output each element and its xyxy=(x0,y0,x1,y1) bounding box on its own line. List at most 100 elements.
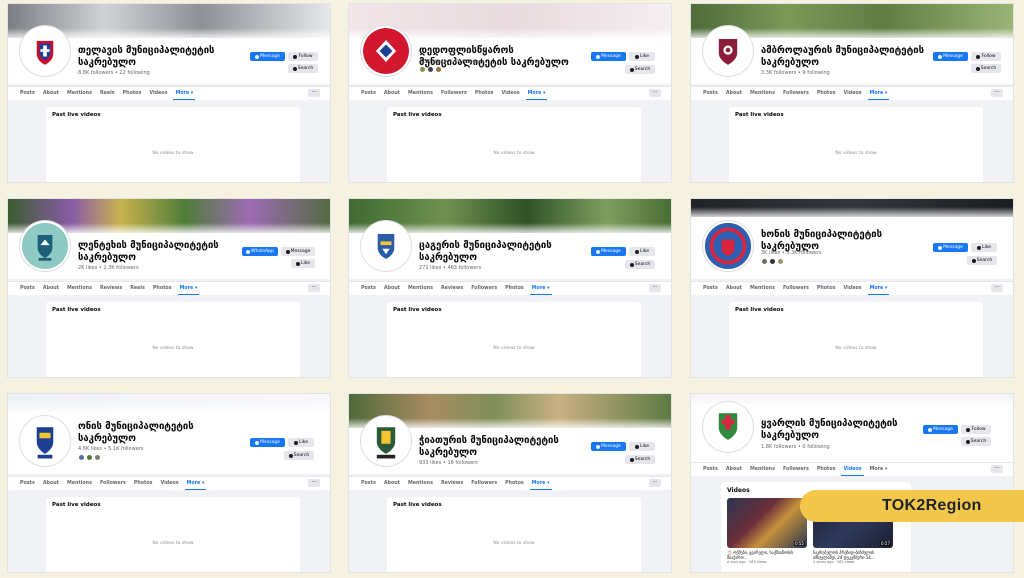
tab-about[interactable]: About xyxy=(43,91,59,96)
tab-more[interactable]: More ▾ xyxy=(529,481,552,490)
search-button[interactable]: Search xyxy=(961,437,991,446)
video-caption[interactable]: 📋 ოქმები, ყვარელი, საქმიანობის მიაქართ..… xyxy=(727,550,807,560)
tab-mentions[interactable]: Mentions xyxy=(750,91,775,96)
more-options-button[interactable]: ··· xyxy=(308,89,320,97)
tab-posts[interactable]: Posts xyxy=(703,91,718,96)
tab-posts[interactable]: Posts xyxy=(703,467,718,472)
more-options-button[interactable]: ··· xyxy=(308,284,320,292)
tab-about[interactable]: About xyxy=(43,481,59,486)
profile-avatar[interactable] xyxy=(20,221,70,271)
tab-posts[interactable]: Posts xyxy=(20,91,35,96)
profile-avatar[interactable] xyxy=(361,416,411,466)
search-button[interactable]: Search xyxy=(288,64,318,73)
whatsapp-button[interactable]: WhatsApp xyxy=(242,247,278,256)
message-button[interactable]: Message xyxy=(250,52,285,61)
more-options-button[interactable]: ··· xyxy=(649,479,661,487)
tab-about[interactable]: About xyxy=(384,286,400,291)
search-button[interactable]: Search xyxy=(971,64,1001,73)
tab-reviews[interactable]: Reviews xyxy=(441,481,463,486)
message-button[interactable]: Message xyxy=(591,247,626,256)
follow-button[interactable]: Follow xyxy=(961,425,991,434)
tab-mentions[interactable]: Mentions xyxy=(408,481,433,486)
tab-photos[interactable]: Photos xyxy=(123,91,142,96)
tab-posts[interactable]: Posts xyxy=(361,481,376,486)
tab-about[interactable]: About xyxy=(384,91,400,96)
tab-more[interactable]: More ▾ xyxy=(177,286,200,295)
message-button[interactable]: Message xyxy=(591,442,626,451)
tab-mentions[interactable]: Mentions xyxy=(67,286,92,291)
tab-videos[interactable]: Videos xyxy=(149,91,167,96)
tab-about[interactable]: About xyxy=(43,286,59,291)
like-button[interactable]: Like xyxy=(291,259,315,268)
like-button[interactable]: Like xyxy=(629,247,655,256)
more-options-button[interactable]: ··· xyxy=(308,479,320,487)
message-button[interactable]: Message xyxy=(591,52,626,61)
message-button[interactable]: Message xyxy=(933,52,968,61)
tab-reviews[interactable]: Reviews xyxy=(441,286,463,291)
tab-about[interactable]: About xyxy=(726,467,742,472)
tab-about[interactable]: About xyxy=(384,481,400,486)
search-button[interactable]: Search xyxy=(625,65,655,74)
tab-videos[interactable]: Videos xyxy=(160,481,178,486)
tab-photos[interactable]: Photos xyxy=(817,286,836,291)
video-item[interactable]: 0:55 📋 ოქმები, ყვარელი, საქმიანობის მიაქ… xyxy=(727,498,807,564)
like-button[interactable]: Like xyxy=(288,438,314,447)
tab-photos[interactable]: Photos xyxy=(505,481,524,486)
tab-followers[interactable]: Followers xyxy=(783,467,809,472)
tab-more[interactable]: More ▾ xyxy=(870,467,888,472)
tab-photos[interactable]: Photos xyxy=(817,467,836,472)
tab-videos[interactable]: Videos xyxy=(841,467,864,476)
tab-reels[interactable]: Reels xyxy=(100,91,115,96)
message-button[interactable]: Message xyxy=(281,247,315,256)
tab-about[interactable]: About xyxy=(726,286,742,291)
message-button[interactable]: Message xyxy=(250,438,285,447)
tab-videos[interactable]: Videos xyxy=(843,286,861,291)
tab-photos[interactable]: Photos xyxy=(134,481,153,486)
tab-about[interactable]: About xyxy=(726,91,742,96)
like-button[interactable]: Like xyxy=(629,442,655,451)
search-button[interactable]: Search xyxy=(625,455,655,464)
tab-posts[interactable]: Posts xyxy=(20,481,35,486)
tab-followers[interactable]: Followers xyxy=(783,91,809,96)
tab-more[interactable]: More ▾ xyxy=(867,286,890,295)
profile-avatar[interactable] xyxy=(703,221,753,271)
message-button[interactable]: Message xyxy=(923,425,958,434)
tab-mentions[interactable]: Mentions xyxy=(750,467,775,472)
profile-avatar[interactable] xyxy=(361,221,411,271)
search-button[interactable]: Search xyxy=(284,451,314,460)
like-button[interactable]: Like xyxy=(971,243,997,252)
tab-posts[interactable]: Posts xyxy=(361,286,376,291)
tab-more[interactable]: More ▾ xyxy=(173,91,195,100)
more-options-button[interactable]: ··· xyxy=(991,284,1003,292)
search-button[interactable]: Search xyxy=(967,256,997,265)
tab-reviews[interactable]: Reviews xyxy=(100,286,122,291)
tab-followers[interactable]: Followers xyxy=(441,91,467,96)
tab-posts[interactable]: Posts xyxy=(20,286,35,291)
tab-more[interactable]: More ▾ xyxy=(525,91,548,100)
follow-button[interactable]: Follow xyxy=(971,52,1001,61)
tab-reels[interactable]: Reels xyxy=(130,286,145,291)
tab-photos[interactable]: Photos xyxy=(475,91,494,96)
tab-mentions[interactable]: Mentions xyxy=(750,286,775,291)
tab-photos[interactable]: Photos xyxy=(505,286,524,291)
tab-mentions[interactable]: Mentions xyxy=(408,286,433,291)
tab-posts[interactable]: Posts xyxy=(361,91,376,96)
tab-posts[interactable]: Posts xyxy=(703,286,718,291)
profile-avatar[interactable] xyxy=(703,402,753,452)
follow-button[interactable]: Follow xyxy=(288,52,318,61)
tab-followers[interactable]: Followers xyxy=(100,481,126,486)
tab-more[interactable]: More ▾ xyxy=(184,481,207,490)
more-options-button[interactable]: ··· xyxy=(991,89,1003,97)
profile-avatar[interactable] xyxy=(361,26,411,76)
tab-more[interactable]: More ▾ xyxy=(867,91,890,100)
tab-videos[interactable]: Videos xyxy=(501,91,519,96)
profile-avatar[interactable] xyxy=(20,416,70,466)
tab-mentions[interactable]: Mentions xyxy=(408,91,433,96)
video-thumbnail[interactable]: 0:55 xyxy=(727,498,807,548)
like-button[interactable]: Like xyxy=(629,52,655,61)
search-button[interactable]: Search xyxy=(625,260,655,269)
tab-photos[interactable]: Photos xyxy=(153,286,172,291)
tab-videos[interactable]: Videos xyxy=(843,91,861,96)
video-caption[interactable]: საკრებულოს პრეზიდ-ბინძელის იმსჯელამდ, 24… xyxy=(813,550,893,560)
profile-avatar[interactable] xyxy=(703,26,753,76)
